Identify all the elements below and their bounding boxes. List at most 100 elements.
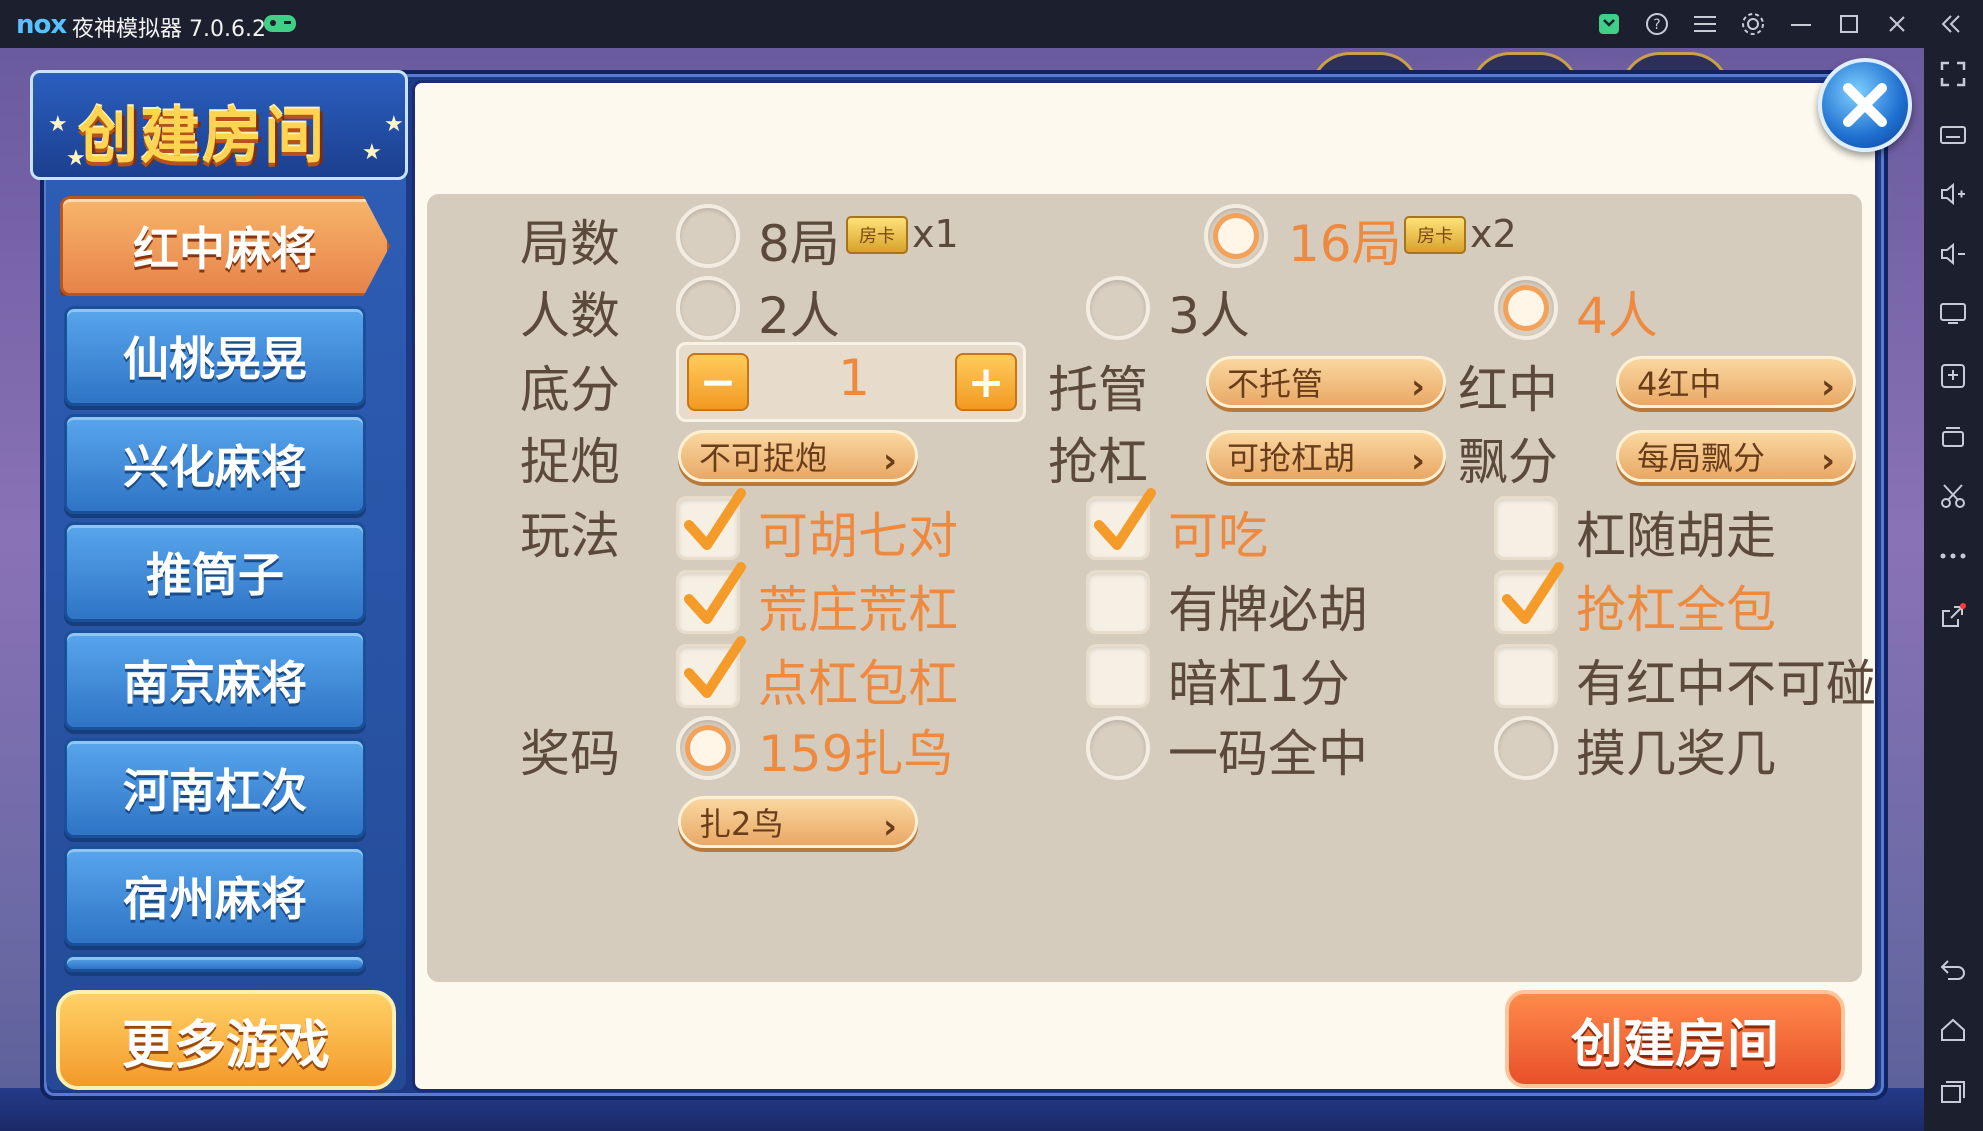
radio-8-rounds[interactable] xyxy=(676,204,740,268)
check-icon xyxy=(684,488,746,550)
menu-icon[interactable] xyxy=(1690,9,1720,39)
chevron-right-icon: › xyxy=(882,807,897,847)
radio-3-players[interactable] xyxy=(1086,276,1150,340)
maximize-icon[interactable] xyxy=(1834,9,1864,39)
option-moji-jiangji: 摸几奖几 xyxy=(1576,725,1776,783)
emulator-toolbar xyxy=(1924,48,1983,1131)
emulator-titlebar: nox 夜神模拟器 7.0.6.2 ? xyxy=(0,0,1983,48)
label-qianggang: 抢杠 xyxy=(1048,433,1148,491)
option-kechi: 可吃 xyxy=(1168,507,1268,565)
game-item-xiantao[interactable]: 仙桃晃晃 xyxy=(64,306,366,406)
game-item-xinghua[interactable]: 兴化麻将 xyxy=(64,414,366,514)
star-icon: ★ xyxy=(48,112,68,137)
settings-icon[interactable] xyxy=(1738,9,1768,39)
window-title: 夜神模拟器 7.0.6.2 xyxy=(72,17,266,42)
checkbox-youpaibihu[interactable] xyxy=(1086,570,1150,634)
option-hongzhongbukepeng: 有红中不可碰 xyxy=(1576,655,1876,713)
dialog-close-button[interactable] xyxy=(1818,58,1912,152)
label-zhuopao: 捉炮 xyxy=(520,433,620,491)
hongzhong-select[interactable]: 4红中 › xyxy=(1616,356,1856,408)
option-159-zhaniao: 159扎鸟 xyxy=(758,725,954,783)
more-games-button[interactable]: 更多游戏 xyxy=(56,990,396,1090)
radio-16-rounds[interactable] xyxy=(1204,204,1268,268)
chevron-right-icon: › xyxy=(1820,367,1835,407)
game-item-nanjing[interactable]: 南京麻将 xyxy=(64,630,366,730)
trust-value: 不托管 xyxy=(1227,365,1324,403)
gamepad-icon[interactable] xyxy=(263,12,297,34)
minus-button[interactable]: − xyxy=(687,353,749,411)
trust-select[interactable]: 不托管 › xyxy=(1206,356,1446,408)
label-base: 底分 xyxy=(520,361,620,419)
minimize-icon[interactable] xyxy=(1786,9,1816,39)
option-gangsuihu: 杠随胡走 xyxy=(1576,507,1776,565)
checkbox-hongzhongbukepeng[interactable] xyxy=(1494,644,1558,708)
option-2-players: 2人 xyxy=(758,287,840,345)
close-x-icon xyxy=(1843,83,1887,127)
check-icon xyxy=(1502,562,1564,624)
radio-moji-jiangji[interactable] xyxy=(1494,716,1558,780)
radio-yima-quanzhong[interactable] xyxy=(1086,716,1150,780)
dialog-title: 创建房间 xyxy=(78,102,326,172)
round-cost: x2 xyxy=(1470,212,1517,256)
screen-icon[interactable] xyxy=(1937,298,1969,330)
checkbox-huangzhuang[interactable] xyxy=(676,562,746,634)
checkbox-qidui[interactable] xyxy=(676,488,746,560)
game-item-hongzhong[interactable]: 红中麻将 xyxy=(60,196,390,296)
zhuopao-select[interactable]: 不可捉炮 › xyxy=(678,430,918,482)
checkbox-qiangganquanbao[interactable] xyxy=(1494,562,1564,634)
radio-2-players[interactable] xyxy=(676,276,740,340)
volume-down-icon[interactable] xyxy=(1937,238,1969,270)
back-icon[interactable] xyxy=(1937,954,1969,986)
game-item-henan[interactable]: 河南杠次 xyxy=(64,738,366,838)
hongzhong-value: 4红中 xyxy=(1637,365,1722,403)
recents-icon[interactable] xyxy=(1937,1076,1969,1108)
svg-text:?: ? xyxy=(1653,17,1660,33)
label-wanfa: 玩法 xyxy=(520,507,620,565)
plus-button[interactable]: + xyxy=(955,353,1017,411)
option-youpaibihu: 有牌必胡 xyxy=(1168,581,1368,639)
option-qiangganquanbao: 抢杠全包 xyxy=(1576,581,1776,639)
zhaniao-select[interactable]: 扎2鸟 › xyxy=(678,796,918,848)
checkbox-kechi[interactable] xyxy=(1086,488,1156,560)
checkbox-angang[interactable] xyxy=(1086,644,1150,708)
more-icon[interactable] xyxy=(1937,540,1969,572)
share-icon[interactable] xyxy=(1937,600,1969,632)
qianggang-select[interactable]: 可抢杠胡 › xyxy=(1206,430,1446,482)
chevron-right-icon: › xyxy=(1410,367,1425,407)
option-yima-quanzhong: 一码全中 xyxy=(1168,725,1368,783)
room-card-icon: 房卡 xyxy=(1404,216,1466,254)
piaofen-select[interactable]: 每局飘分 › xyxy=(1616,430,1856,482)
radio-4-players[interactable] xyxy=(1494,276,1558,340)
star-icon: ★ xyxy=(362,140,382,165)
close-icon[interactable] xyxy=(1882,9,1912,39)
base-score-stepper: − 1 + xyxy=(676,342,1026,422)
scissors-icon[interactable] xyxy=(1937,480,1969,512)
checkbox-diangangbaogang[interactable] xyxy=(676,636,746,708)
plugin-icon[interactable] xyxy=(1594,9,1624,39)
chevron-right-icon: › xyxy=(1410,441,1425,481)
volume-up-icon[interactable] xyxy=(1937,178,1969,210)
label-rounds: 局数 xyxy=(520,215,620,273)
game-item-suzhou[interactable]: 宿州麻将 xyxy=(64,846,366,946)
option-diangangbaogang: 点杠包杠 xyxy=(758,655,958,713)
fullscreen-icon[interactable] xyxy=(1937,58,1969,90)
radio-159-zhaniao[interactable] xyxy=(676,716,740,780)
base-score-value: 1 xyxy=(838,349,870,407)
home-icon[interactable] xyxy=(1937,1014,1969,1046)
piaofen-value: 每局飘分 xyxy=(1637,439,1766,477)
create-room-button[interactable]: 创建房间 xyxy=(1505,990,1845,1088)
help-icon[interactable]: ? xyxy=(1642,9,1672,39)
checkbox-gangsuihu[interactable] xyxy=(1494,496,1558,560)
game-item-partial xyxy=(64,954,366,972)
option-angang: 暗杠1分 xyxy=(1168,655,1350,713)
qianggang-value: 可抢杠胡 xyxy=(1227,439,1356,477)
multi-instance-icon[interactable] xyxy=(1937,420,1969,452)
check-icon xyxy=(684,562,746,624)
check-icon xyxy=(684,636,746,698)
game-item-tuitongzi[interactable]: 推筒子 xyxy=(64,522,366,622)
option-4-players: 4人 xyxy=(1576,287,1658,345)
check-icon xyxy=(1094,488,1156,550)
apk-install-icon[interactable] xyxy=(1937,360,1969,392)
keyboard-icon[interactable] xyxy=(1937,118,1969,150)
collapse-icon[interactable] xyxy=(1936,9,1966,39)
